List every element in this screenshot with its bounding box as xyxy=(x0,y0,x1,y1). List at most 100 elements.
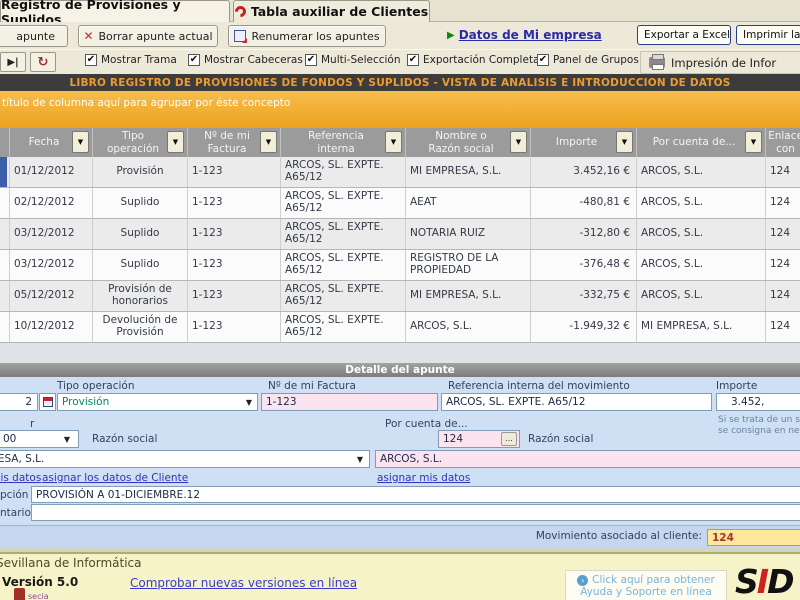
table-row[interactable]: 02/12/2012 Suplido 1-123 ARCOS, SL. EXPT… xyxy=(0,188,800,219)
clients-table-icon xyxy=(233,4,249,20)
chevron-down-icon: ▼ xyxy=(357,455,363,464)
cell-por-cuenta: ARCOS, S.L. xyxy=(637,250,766,280)
label-por-cuenta: Por cuenta de... xyxy=(385,418,468,430)
cell-nombre: REGISTRO DE LA PROPIEDAD xyxy=(406,250,531,280)
row-indicator xyxy=(0,188,10,218)
go-last-record-button[interactable]: ▶| xyxy=(0,52,26,72)
options-toolbar: ▶| ↻ ✔ Mostrar Trama ✔ Mostrar Cabeceras… xyxy=(0,49,800,74)
cell-fecha: 10/12/2012 xyxy=(10,312,93,342)
column-header-referencia[interactable]: Referencia interna ▼ xyxy=(281,128,406,157)
razon-social-select[interactable]: MI EMPRESA, S.L. ▼ xyxy=(0,450,370,468)
row-indicator xyxy=(0,219,10,249)
export-excel-button[interactable]: Exportar a Excel xyxy=(637,25,731,45)
cell-importe: -376,48 € xyxy=(531,250,637,280)
cell-referencia: ARCOS, SL. EXPTE. A65/12 xyxy=(281,219,406,249)
cell-factura: 1-123 xyxy=(188,281,281,311)
asignar-datos-cliente-link[interactable]: asignar los datos de Cliente xyxy=(42,472,188,484)
filter-dropdown-icon[interactable]: ▼ xyxy=(616,131,633,153)
importe-input[interactable]: 3.452, xyxy=(716,393,800,411)
comentario-input[interactable] xyxy=(31,504,800,521)
cell-factura: 1-123 xyxy=(188,157,281,187)
delete-x-icon: ✕ xyxy=(83,29,93,43)
column-header-tipo-operacion[interactable]: Tipo operación ▼ xyxy=(93,128,188,157)
column-header-num-factura[interactable]: Nº de mi Factura ▼ xyxy=(188,128,281,157)
cell-referencia: ARCOS, SL. EXPTE. A65/12 xyxy=(281,157,406,187)
cell-por-cuenta: ARCOS, S.L. xyxy=(637,188,766,218)
filter-dropdown-icon[interactable]: ▼ xyxy=(745,131,762,153)
lookup-ellipsis-button[interactable]: ... xyxy=(501,432,517,446)
print-view-button[interactable]: Imprimir la vi xyxy=(736,25,800,45)
label-cliente-fragment: r xyxy=(30,418,34,430)
refresh-button[interactable]: ↻ xyxy=(30,52,56,72)
table-row[interactable]: 01/12/2012 Provisión 1-123 ARCOS, SL. EX… xyxy=(0,157,800,188)
detail-title: Detalle del apunte xyxy=(345,364,455,376)
row-indicator xyxy=(0,281,10,311)
fecha-input[interactable]: 2 xyxy=(0,393,38,411)
label-num-factura: Nº de mi Factura xyxy=(268,380,356,392)
group-by-panel[interactable]: título de columna aquí para agrupar por … xyxy=(0,91,800,128)
last-record-icon: ▶| xyxy=(7,57,18,68)
tab-registro-provisiones[interactable]: Registro de Provisiones y Suplidos xyxy=(0,0,230,22)
checkbox-multi-seleccion[interactable]: ✔ Multi-Selección xyxy=(305,54,401,66)
filter-dropdown-icon[interactable]: ▼ xyxy=(167,131,184,153)
cell-importe: -480,81 € xyxy=(531,188,637,218)
num-factura-input[interactable]: 1-123 xyxy=(261,393,438,411)
column-header-fecha[interactable]: Fecha ▼ xyxy=(10,128,93,157)
label-importe: Importe xyxy=(716,380,757,392)
filter-dropdown-icon[interactable]: ▼ xyxy=(72,131,89,153)
renumber-entries-button[interactable]: Renumerar los apuntes xyxy=(228,25,386,47)
check-updates-link[interactable]: Comprobar nuevas versiones en línea xyxy=(130,576,357,590)
cell-tipo: Provisión xyxy=(93,157,188,187)
column-header-importe[interactable]: Importe ▼ xyxy=(531,128,637,157)
referencia-input[interactable]: ARCOS, SL. EXPTE. A65/12 xyxy=(441,393,712,411)
table-row[interactable]: 03/12/2012 Suplido 1-123 ARCOS, SL. EXPT… xyxy=(0,250,800,281)
label-razon-social-1: Razón social xyxy=(92,433,157,445)
checkbox-exportacion-completa[interactable]: ✔ Exportación Completa xyxy=(407,54,540,66)
cell-referencia: ARCOS, SL. EXPTE. A65/12 xyxy=(281,312,406,342)
asignar-mis-datos-link-left[interactable]: asignar mis datos xyxy=(0,472,41,484)
table-row[interactable]: 03/12/2012 Suplido 1-123 ARCOS, SL. EXPT… xyxy=(0,219,800,250)
calendar-button[interactable] xyxy=(39,393,56,411)
status-footer: Sevillana de Informática Versión 5.0 Com… xyxy=(0,552,800,600)
column-header-nombre[interactable]: Nombre o Razón social ▼ xyxy=(406,128,531,157)
label-tipo-operacion: Tipo operación xyxy=(57,380,135,392)
table-row[interactable]: 05/12/2012 Provisión de honorarios 1-123… xyxy=(0,281,800,312)
asignar-mis-datos-link-right[interactable]: asignar mis datos xyxy=(377,472,470,484)
new-entry-button[interactable]: apunte xyxy=(0,25,68,47)
view-title: LIBRO REGISTRO DE PROVISIONES DE FONDOS … xyxy=(69,77,730,89)
column-header-enlace[interactable]: Enlace con xyxy=(766,128,800,157)
filter-dropdown-icon[interactable]: ▼ xyxy=(385,131,402,153)
label-descripcion-fragment: pción xyxy=(0,489,28,501)
help-support-box[interactable]: › Click aquí para obtener Ayuda y Soport… xyxy=(565,570,727,600)
company-data-link[interactable]: ▶ Datos de Mi empresa xyxy=(447,28,602,42)
sid-logo: SID xyxy=(735,562,792,600)
calendar-icon xyxy=(43,397,53,407)
filter-dropdown-icon[interactable]: ▼ xyxy=(510,131,527,153)
table-row[interactable]: 10/12/2012 Devolución de Provisión 1-123… xyxy=(0,312,800,343)
filter-dropdown-icon[interactable]: ▼ xyxy=(260,131,277,153)
cell-nombre: MI EMPRESA, S.L. xyxy=(406,281,531,311)
checkbox-mostrar-cabeceras[interactable]: ✔ Mostrar Cabeceras xyxy=(188,54,303,66)
checkbox-mostrar-trama[interactable]: ✔ Mostrar Trama xyxy=(85,54,177,66)
tipo-operacion-select[interactable]: Provisión ▼ xyxy=(57,393,258,411)
descripcion-input[interactable]: PROVISIÓN A 01-DICIEMBRE.12 xyxy=(31,486,800,503)
cell-referencia: ARCOS, SL. EXPTE. A65/12 xyxy=(281,250,406,280)
row-selected-indicator xyxy=(0,157,10,187)
cell-tipo: Devolución de Provisión xyxy=(93,312,188,342)
table-header: Fecha ▼ Tipo operación ▼ Nº de mi Factur… xyxy=(0,128,800,157)
checkbox-panel-de-grupos[interactable]: ✔ Panel de Grupos xyxy=(537,54,639,66)
checkbox-checked-icon: ✔ xyxy=(537,54,549,66)
delete-entry-button[interactable]: ✕ Borrar apunte actual xyxy=(78,25,218,47)
app-window: Registro de Provisiones y Suplidos Tabla… xyxy=(0,0,800,600)
movimiento-asociado-input[interactable]: 124 xyxy=(707,529,800,546)
cell-importe: -332,75 € xyxy=(531,281,637,311)
print-reports-button[interactable]: Impresión de Infor xyxy=(640,51,800,74)
cell-referencia: ARCOS, SL. EXPTE. A65/12 xyxy=(281,188,406,218)
por-cuenta-razon-input[interactable]: ARCOS, S.L. xyxy=(375,450,800,468)
cell-tipo: Suplido xyxy=(93,250,188,280)
cuenta-contable-select[interactable]: 00 ▼ xyxy=(0,430,79,448)
tab-tabla-clientes[interactable]: Tabla auxiliar de Clientes xyxy=(233,0,430,22)
column-header-por-cuenta[interactable]: Por cuenta de... ▼ xyxy=(637,128,766,157)
por-cuenta-codigo-input[interactable]: 124 ... xyxy=(438,430,520,448)
cell-por-cuenta: ARCOS, S.L. xyxy=(637,219,766,249)
